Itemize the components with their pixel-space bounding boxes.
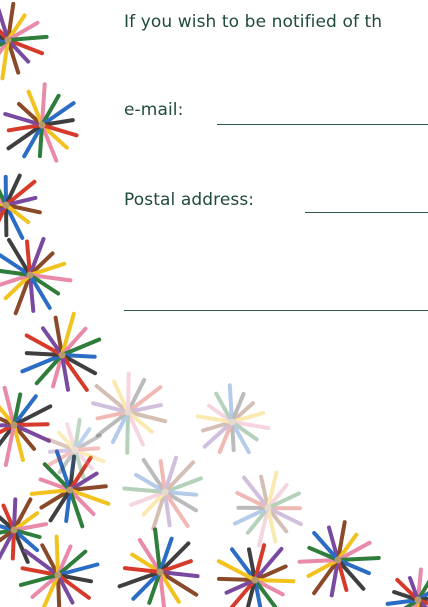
- starburst-ray: [336, 556, 381, 562]
- starburst-ray: [56, 573, 62, 607]
- starburst-ray: [227, 383, 234, 424]
- starburst: [233, 470, 303, 548]
- starburst-decoration: [0, 1, 428, 607]
- starburst-center: [26, 271, 34, 279]
- starburst-center: [10, 526, 18, 534]
- starburst-center: [161, 488, 169, 496]
- starburst: [0, 1, 49, 81]
- starburst-center: [414, 596, 422, 604]
- starburst-ray: [297, 558, 340, 564]
- starburst-ray: [126, 371, 131, 414]
- postal-address-label: Postal address:: [124, 190, 255, 210]
- email-field[interactable]: [217, 124, 428, 125]
- starburst-center: [54, 571, 62, 579]
- starburst: [297, 520, 381, 598]
- starburst-center: [264, 504, 272, 512]
- intro-text: If you wish to be notified of th: [124, 12, 383, 32]
- starburst: [46, 417, 106, 480]
- starburst-center: [58, 351, 66, 359]
- email-label: e-mail:: [124, 100, 184, 120]
- postal-address-field-line-2[interactable]: [124, 310, 428, 311]
- starburst: [122, 455, 203, 531]
- starburst-center: [71, 446, 79, 454]
- starburst-ray: [54, 534, 60, 577]
- starburst-ray: [125, 410, 130, 455]
- starburst-ray: [73, 446, 101, 452]
- starburst-center: [4, 36, 12, 44]
- postal-address-field[interactable]: [305, 212, 428, 213]
- starburst-center: [228, 418, 236, 426]
- starburst-center: [38, 121, 46, 129]
- starburst-center: [124, 408, 132, 416]
- starburst: [0, 237, 73, 316]
- starburst: [20, 311, 102, 392]
- starburst-center: [2, 201, 10, 209]
- starburst: [91, 371, 168, 455]
- starburst-center: [334, 556, 342, 564]
- starburst-center: [10, 421, 18, 429]
- starburst: [216, 543, 296, 607]
- starburst: [29, 449, 111, 529]
- starburst: [3, 82, 79, 163]
- starburst: [0, 497, 49, 564]
- starburst-center: [251, 576, 259, 584]
- starburst-ray: [12, 422, 50, 427]
- starburst: [0, 385, 53, 467]
- starburst: [117, 527, 200, 607]
- starburst-center: [66, 486, 74, 494]
- starburst: [385, 567, 428, 607]
- starburst-center: [156, 568, 164, 576]
- starburst: [195, 383, 271, 455]
- starburst: [0, 173, 42, 240]
